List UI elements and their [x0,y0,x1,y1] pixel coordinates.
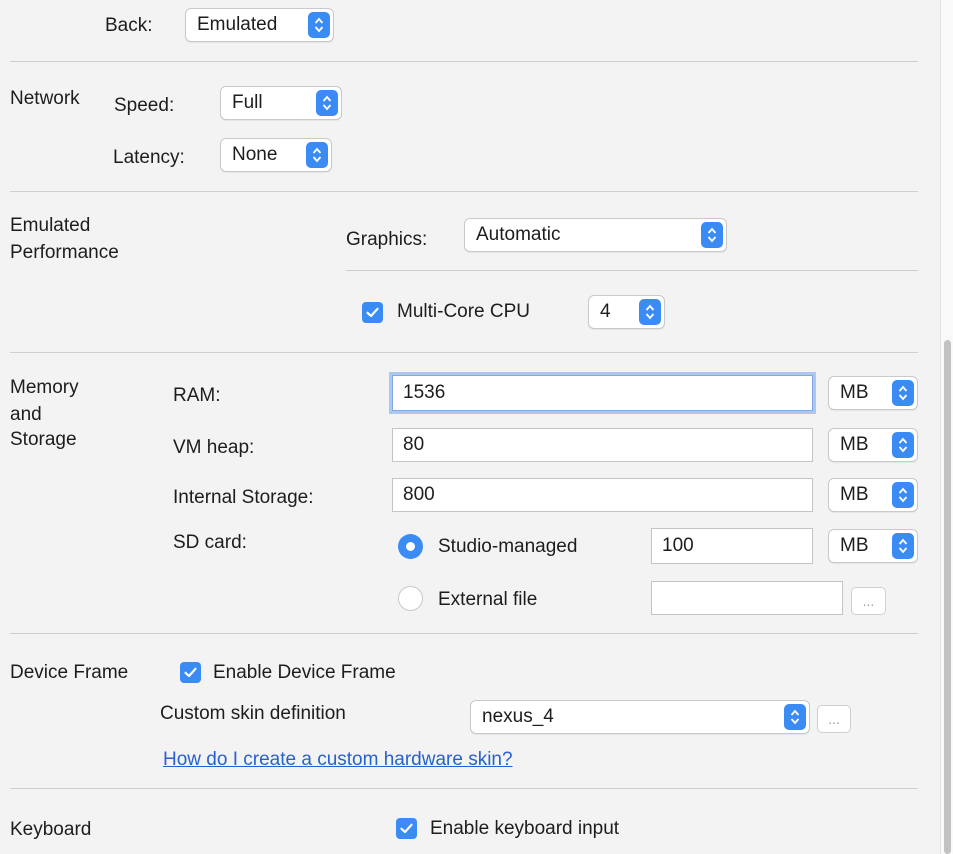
speed-label: Speed: [114,95,175,116]
vmheap-value: 80 [403,434,425,455]
updown-arrows-icon [892,380,914,406]
ram-value: 1536 [403,382,446,403]
external-file-browse-button[interactable]: ... [851,587,886,615]
studio-managed-label: Studio-managed [438,536,578,557]
checkmark-icon [366,307,379,318]
updown-arrows-icon [639,299,661,325]
network-speed-select[interactable]: Full [220,86,342,120]
separator [346,270,918,271]
internal-storage-unit-select[interactable]: MB [828,478,918,512]
vmheap-label: VM heap: [173,437,255,458]
performance-section-label-line1: Emulated [10,215,91,236]
internal-storage-label: Internal Storage: [173,487,314,508]
sdcard-size-value: 100 [662,535,694,556]
back-camera-value: Emulated [197,14,278,35]
vmheap-unit-value: MB [840,434,869,455]
studio-managed-radio[interactable] [398,534,423,559]
external-file-radio[interactable] [398,586,423,611]
enable-keyboard-checkbox[interactable] [396,818,417,839]
checkmark-icon [400,823,413,834]
enable-device-frame-checkbox[interactable] [180,662,201,683]
multicore-checkbox[interactable] [362,302,383,323]
custom-skin-help-link[interactable]: How do I create a custom hardware skin? [163,748,513,772]
external-file-label: External file [438,589,538,610]
updown-arrows-icon [308,12,330,38]
external-file-input[interactable] [651,581,843,615]
enable-keyboard-label: Enable keyboard input [430,818,620,839]
internal-storage-input[interactable]: 800 [392,478,813,512]
device-frame-section-label: Device Frame [10,662,129,683]
internal-storage-unit-value: MB [840,484,869,505]
performance-section-label-line2: Performance [10,242,119,263]
updown-arrows-icon [892,482,914,508]
network-latency-select[interactable]: None [220,138,332,172]
graphics-select[interactable]: Automatic [464,218,727,252]
cpu-cores-value: 4 [600,301,611,322]
separator [10,788,918,789]
ram-label: RAM: [173,385,221,406]
memory-section-label-line3: Storage [10,429,77,450]
custom-skin-value: nexus_4 [482,706,554,727]
memory-section-label-line2: and [10,404,42,425]
separator [10,633,918,634]
updown-arrows-icon [316,90,338,116]
separator [10,352,918,353]
sdcard-unit-value: MB [840,535,869,556]
cpu-cores-select[interactable]: 4 [588,295,665,329]
ram-unit-select[interactable]: MB [828,376,918,410]
memory-section-label-line1: Memory [10,377,79,398]
custom-skin-label: Custom skin definition [160,703,346,724]
latency-label: Latency: [113,147,185,168]
separator [10,191,918,192]
updown-arrows-icon [892,533,914,559]
vmheap-unit-select[interactable]: MB [828,428,918,462]
multicore-label: Multi-Core CPU [397,301,531,322]
sdcard-unit-select[interactable]: MB [828,529,918,563]
checkmark-icon [184,667,197,678]
scrollbar-thumb[interactable] [944,340,951,854]
updown-arrows-icon [784,704,806,730]
ram-unit-value: MB [840,382,869,403]
graphics-value: Automatic [476,224,561,245]
updown-arrows-icon [306,142,328,168]
internal-storage-value: 800 [403,484,435,505]
network-speed-value: Full [232,92,263,113]
vertical-scrollbar[interactable] [940,0,953,854]
custom-skin-browse-button[interactable]: ... [817,705,851,733]
sdcard-label: SD card: [173,532,247,553]
updown-arrows-icon [892,432,914,458]
enable-device-frame-label: Enable Device Frame [213,662,396,683]
updown-arrows-icon [701,222,723,248]
separator [10,61,918,62]
ram-input[interactable]: 1536 [392,375,813,411]
custom-skin-select[interactable]: nexus_4 [470,700,810,734]
sdcard-size-input[interactable]: 100 [651,528,813,564]
graphics-label: Graphics: [346,229,428,250]
network-latency-value: None [232,144,278,165]
vmheap-input[interactable]: 80 [392,428,813,462]
back-camera-select[interactable]: Emulated [185,8,334,42]
back-label: Back: [105,15,153,36]
network-section-label: Network [10,88,80,109]
keyboard-section-label: Keyboard [10,819,92,840]
